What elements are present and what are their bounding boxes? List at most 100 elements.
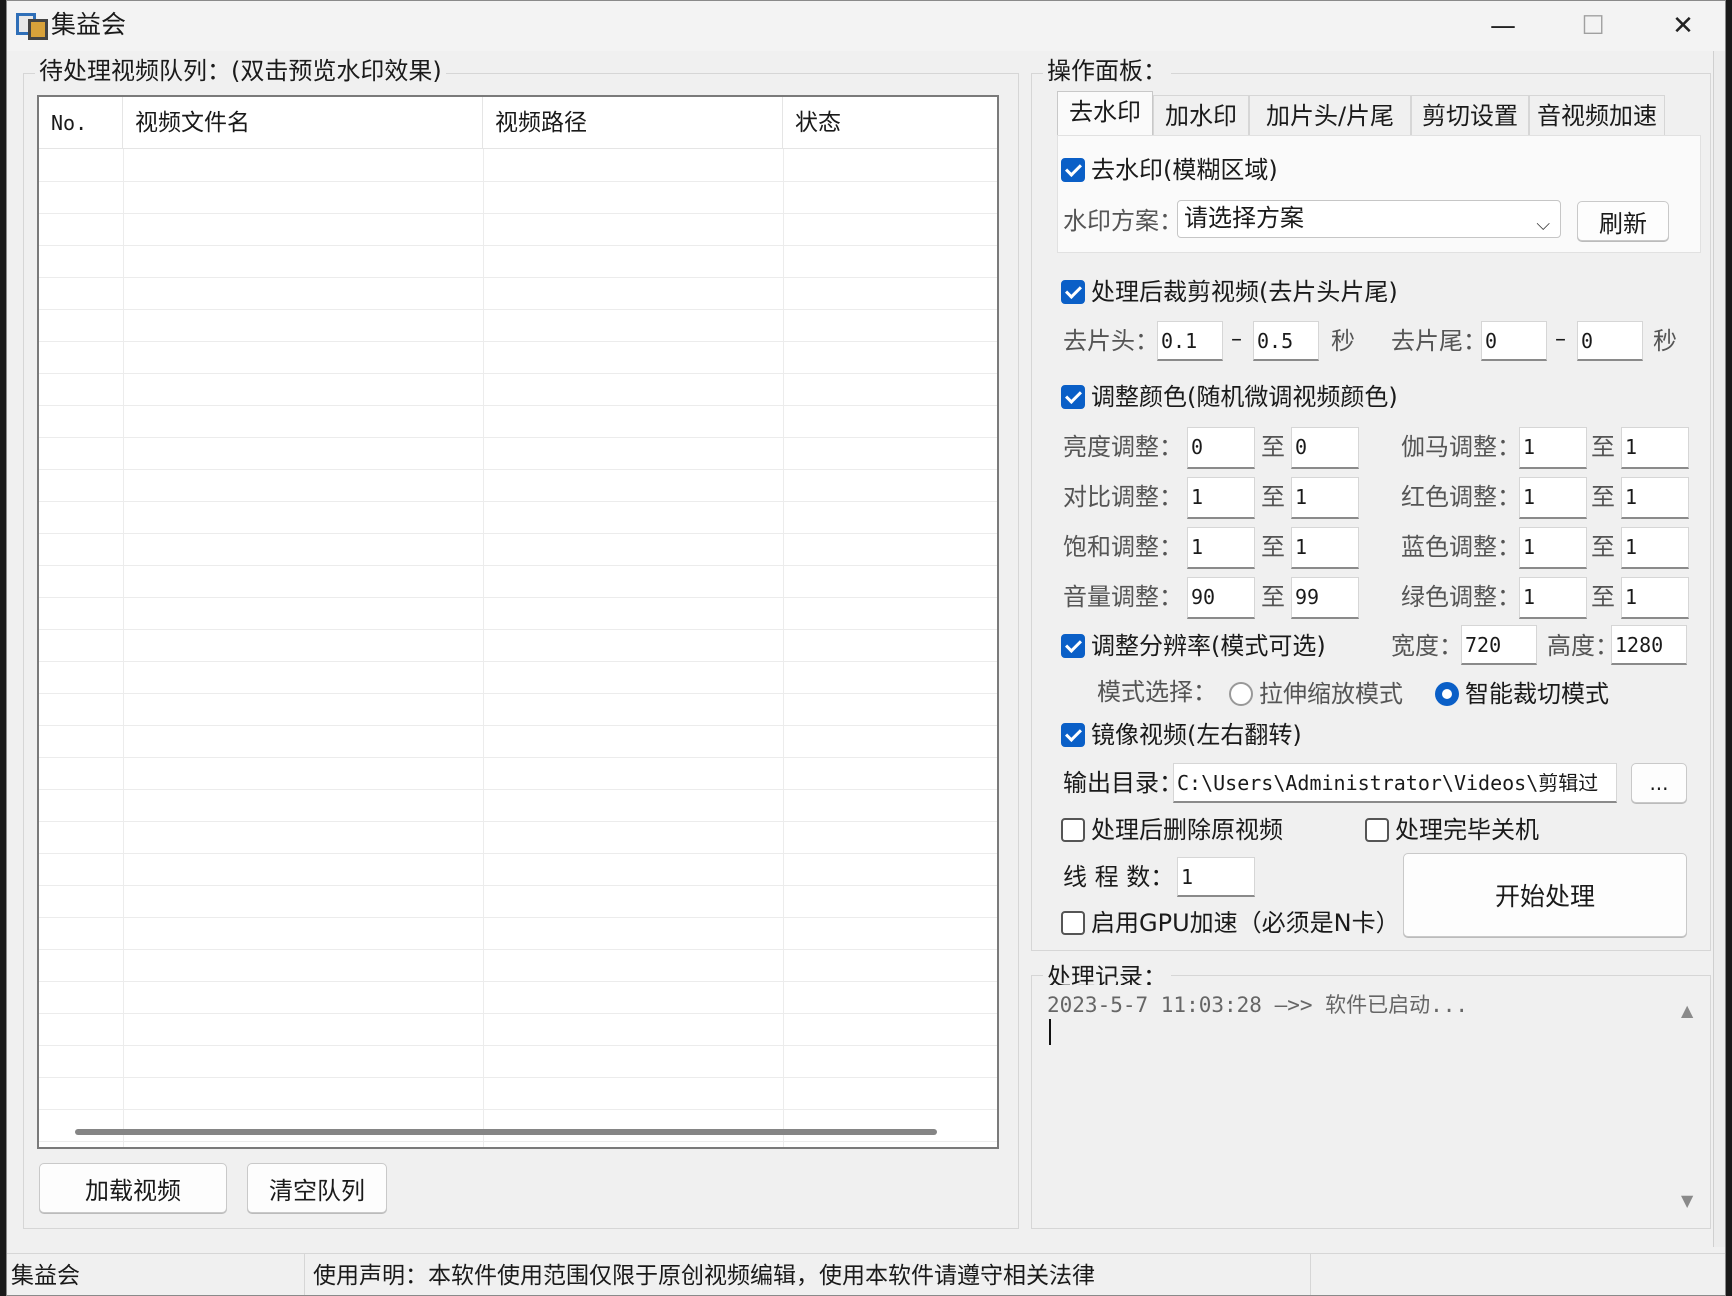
head-from-input[interactable]: 0.1 <box>1157 321 1223 361</box>
remove-watermark-label[interactable]: 去水印(模糊区域) <box>1091 155 1278 185</box>
color-adjust-to-input[interactable]: 1 <box>1291 527 1359 569</box>
tab-cut-settings[interactable]: 剪切设置 <box>1411 95 1529 137</box>
color-label[interactable]: 调整颜色(随机微调视频颜色) <box>1091 382 1398 412</box>
status-bar: 集益会 使用声明：本软件使用范围仅限于原创视频编辑，使用本软件请遵守相关法律 <box>7 1253 1725 1295</box>
browse-button[interactable]: ... <box>1631 763 1687 803</box>
color-adjust-from-input[interactable]: 1 <box>1519 477 1587 519</box>
trim-checkbox[interactable] <box>1061 280 1085 304</box>
delete-original-label[interactable]: 处理后删除原视频 <box>1091 815 1283 845</box>
video-queue-list[interactable]: No. 视频文件名 视频路径 状态 <box>37 95 999 1149</box>
color-adjust-label: 伽马调整： <box>1401 433 1521 461</box>
tail-label: 去片尾： <box>1391 327 1487 355</box>
app-window: 集益会 — ☐ ✕ 待处理视频队列：(双击预览水印效果) No. 视频文件名 视… <box>6 0 1726 1296</box>
color-adjust-to-input[interactable]: 0 <box>1291 427 1359 469</box>
color-adjust-from-input[interactable]: 0 <box>1187 427 1255 469</box>
queue-group-title: 待处理视频队列：(双击预览水印效果) <box>35 57 446 85</box>
height-label: 高度： <box>1547 632 1619 660</box>
color-adjust-to-input[interactable]: 1 <box>1621 527 1689 569</box>
head-label: 去片头： <box>1063 327 1159 355</box>
scheme-label: 水印方案： <box>1063 207 1183 235</box>
list-header: No. 视频文件名 视频路径 状态 <box>39 97 997 149</box>
head-unit: 秒 <box>1331 327 1355 355</box>
color-adjust-to-input[interactable]: 1 <box>1621 577 1689 619</box>
height-input[interactable]: 1280 <box>1611 625 1687 665</box>
shutdown-checkbox[interactable] <box>1365 818 1389 842</box>
tab-speed[interactable]: 音视频加速 <box>1529 95 1665 137</box>
load-video-button[interactable]: 加载视频 <box>39 1163 227 1213</box>
color-adjust-from-input[interactable]: 1 <box>1519 577 1587 619</box>
color-adjust-to-label: 至 <box>1261 483 1285 511</box>
status-app-name: 集益会 <box>7 1254 305 1295</box>
operation-panel-title: 操作面板： <box>1043 57 1171 85</box>
list-grid <box>39 149 997 1147</box>
resolution-checkbox[interactable] <box>1061 634 1085 658</box>
color-adjust-from-input[interactable]: 1 <box>1187 477 1255 519</box>
column-no[interactable]: No. <box>39 97 123 149</box>
start-processing-button[interactable]: 开始处理 <box>1403 853 1687 937</box>
mode-crop-label[interactable]: 智能裁切模式 <box>1465 679 1609 709</box>
scroll-down-icon[interactable]: ▼ <box>1681 1191 1693 1210</box>
scheme-select[interactable]: 请选择方案 ⌵ <box>1177 200 1561 238</box>
window-title: 集益会 <box>51 10 127 39</box>
close-button[interactable]: ✕ <box>1637 1 1725 51</box>
color-adjust-label: 蓝色调整： <box>1401 533 1521 561</box>
text-caret <box>1049 1019 1051 1045</box>
color-adjust-to-label: 至 <box>1261 433 1285 461</box>
tail-unit: 秒 <box>1653 327 1677 355</box>
color-adjust-to-input[interactable]: 1 <box>1291 477 1359 519</box>
color-adjust-label: 红色调整： <box>1401 483 1521 511</box>
color-adjust-from-input[interactable]: 1 <box>1519 527 1587 569</box>
tail-to-input[interactable]: 0 <box>1577 321 1643 361</box>
mode-crop-radio[interactable] <box>1435 682 1459 706</box>
color-adjust-to-label: 至 <box>1591 583 1615 611</box>
tab-add-watermark[interactable]: 加水印 <box>1153 95 1249 137</box>
color-adjust-to-input[interactable]: 1 <box>1621 477 1689 519</box>
clear-queue-button[interactable]: 清空队列 <box>247 1163 387 1213</box>
threads-input[interactable]: 1 <box>1177 857 1255 897</box>
color-adjust-label: 音量调整： <box>1063 583 1183 611</box>
color-adjust-to-label: 至 <box>1261 533 1285 561</box>
scroll-up-icon[interactable]: ▲ <box>1681 1001 1693 1020</box>
tab-remove-watermark[interactable]: 去水印 <box>1057 91 1153 137</box>
gpu-label[interactable]: 启用GPU加速（必须是N卡） <box>1091 908 1400 938</box>
column-status[interactable]: 状态 <box>783 97 997 149</box>
chevron-down-icon: ⌵ <box>1536 214 1550 235</box>
color-adjust-label: 绿色调整： <box>1401 583 1521 611</box>
scheme-select-value: 请选择方案 <box>1184 204 1304 232</box>
resolution-label[interactable]: 调整分辨率(模式可选) <box>1091 631 1326 661</box>
color-adjust-label: 亮度调整： <box>1063 433 1183 461</box>
mirror-checkbox[interactable] <box>1061 723 1085 747</box>
color-adjust-from-input[interactable]: 1 <box>1519 427 1587 469</box>
color-adjust-to-input[interactable]: 1 <box>1621 427 1689 469</box>
app-icon <box>16 13 48 40</box>
gpu-checkbox[interactable] <box>1061 911 1085 935</box>
trim-label[interactable]: 处理后裁剪视频(去片头片尾) <box>1091 277 1398 307</box>
shutdown-label[interactable]: 处理完毕关机 <box>1395 815 1539 845</box>
color-adjust-to-input[interactable]: 99 <box>1291 577 1359 619</box>
color-adjust-from-input[interactable]: 90 <box>1187 577 1255 619</box>
horizontal-scrollbar[interactable] <box>75 1129 937 1135</box>
mode-stretch-radio[interactable] <box>1229 682 1253 706</box>
color-checkbox[interactable] <box>1061 385 1085 409</box>
column-path[interactable]: 视频路径 <box>483 97 783 149</box>
width-input[interactable]: 720 <box>1461 625 1537 665</box>
refresh-button[interactable]: 刷新 <box>1577 201 1669 241</box>
color-adjust-from-input[interactable]: 1 <box>1187 527 1255 569</box>
column-filename[interactable]: 视频文件名 <box>123 97 483 149</box>
title-bar: 集益会 — ☐ ✕ <box>7 1 1725 51</box>
color-adjust-label: 饱和调整： <box>1063 533 1183 561</box>
log-textarea[interactable]: 2023-5-7 11:03:28 —>> 软件已启动... ▲ ▼ <box>1041 985 1701 1211</box>
color-adjust-to-label: 至 <box>1261 583 1285 611</box>
tab-intro-outro[interactable]: 加片头/片尾 <box>1249 95 1411 137</box>
delete-original-checkbox[interactable] <box>1061 818 1085 842</box>
window-edge <box>1713 51 1725 1247</box>
head-to-input[interactable]: 0.5 <box>1253 321 1319 361</box>
maximize-button[interactable]: ☐ <box>1547 1 1639 51</box>
tail-from-input[interactable]: 0 <box>1481 321 1547 361</box>
mode-stretch-label[interactable]: 拉伸缩放模式 <box>1259 679 1403 709</box>
mode-label: 模式选择： <box>1097 678 1217 706</box>
mirror-label[interactable]: 镜像视频(左右翻转) <box>1091 720 1302 750</box>
output-path-input[interactable]: C:\Users\Administrator\Videos\剪辑过 <box>1173 763 1617 803</box>
remove-watermark-checkbox[interactable] <box>1061 158 1085 182</box>
minimize-button[interactable]: — <box>1457 1 1549 51</box>
